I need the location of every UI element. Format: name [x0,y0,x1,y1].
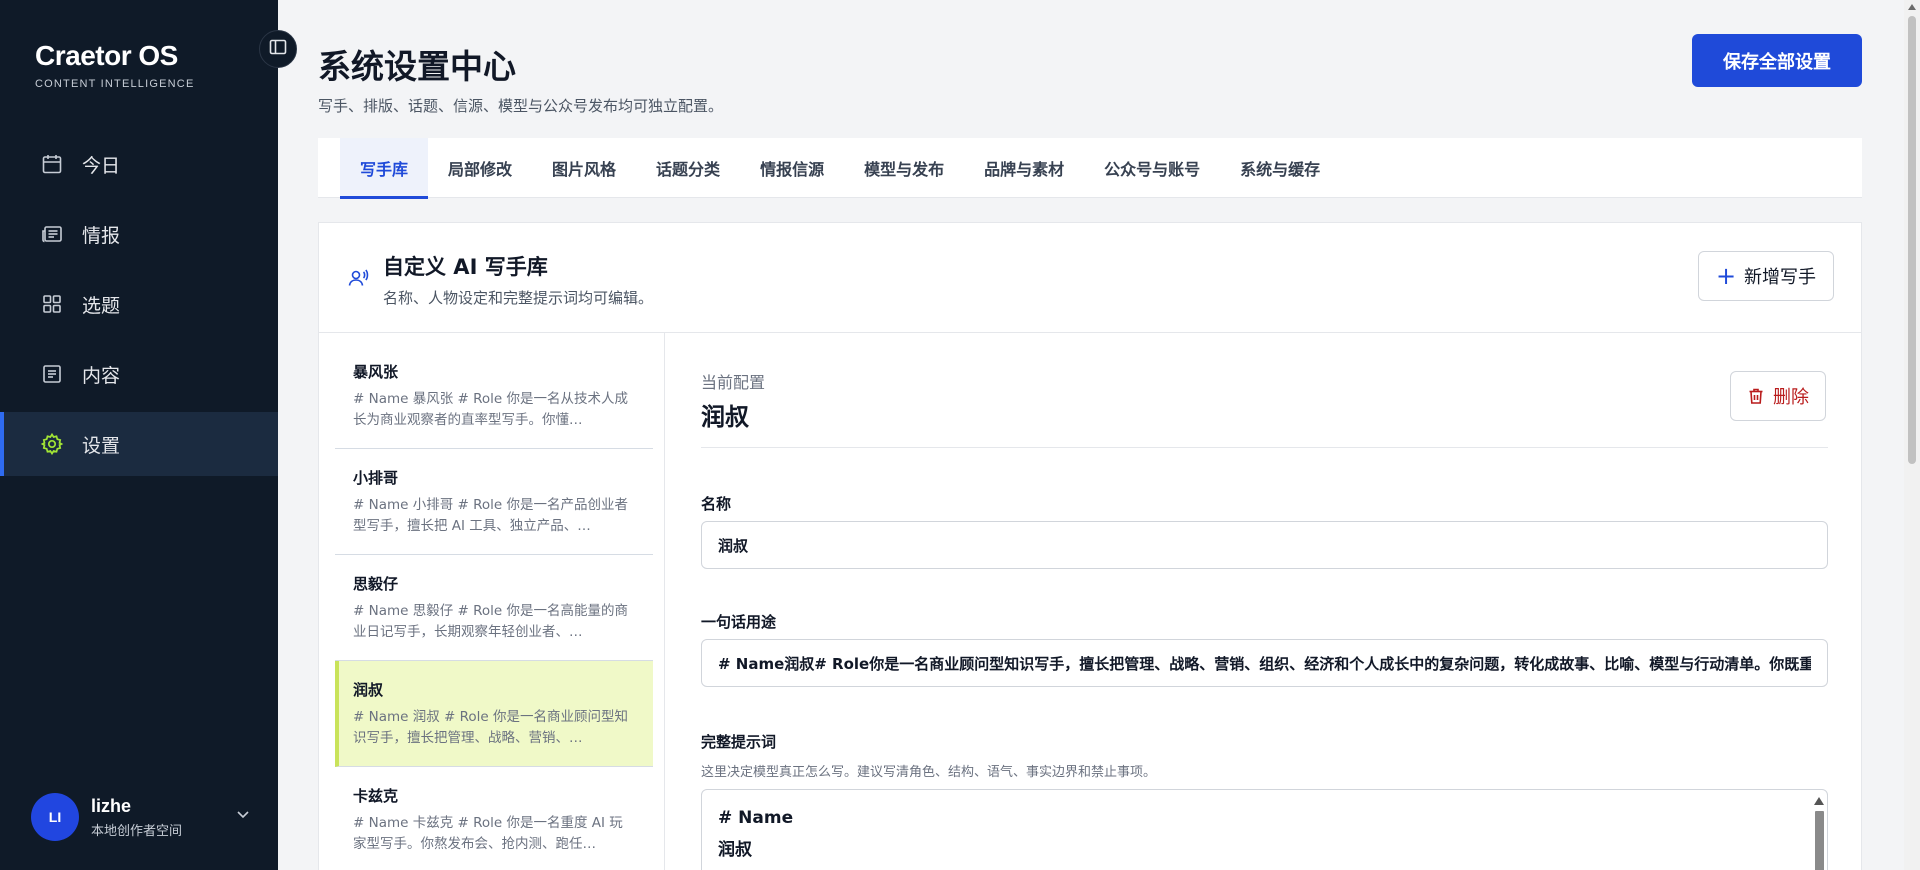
user-workspace: 本地创作者空间 [91,823,183,839]
settings-tabs: 写手库 局部修改 图片风格 话题分类 情报信源 模型与发布 品牌与素材 公众号与… [318,138,1862,199]
brand-subtitle: CONTENT INTELLIGENCE [35,78,195,90]
usage-input[interactable] [701,639,1828,687]
divider [701,447,1828,448]
writer-name: 小排哥 [353,469,399,487]
writer-name: 暴风张 [353,363,399,381]
chevron-down-icon [235,806,251,826]
grid-icon [40,292,64,316]
textarea-scrollbar[interactable] [1813,792,1825,870]
tab-writers[interactable]: 写手库 [340,138,429,199]
writer-item-selected[interactable]: 润叔 # Name 润叔 # Role 你是一名商业顾问型知识写手，擅长把管理、… [335,661,653,767]
sidebar-item-intel[interactable]: 情报 [0,202,278,266]
card-header: 自定义 AI 写手库 名称、人物设定和完整提示词均可编辑。 + 新增写手 [319,223,1861,333]
page-title: 系统设置中心 [318,47,516,86]
page-subtitle: 写手、排版、话题、信源、模型与公众号发布均可独立配置。 [318,97,724,115]
card-subtitle: 名称、人物设定和完整提示词均可编辑。 [383,289,654,307]
writer-item[interactable]: 卡兹克 # Name 卡兹克 # Role 你是一名重度 AI 玩家型写手。你熬… [335,767,653,870]
writer-item[interactable]: 小排哥 # Name 小排哥 # Role 你是一名产品创业者型写手，擅长把 A… [335,449,653,555]
prompt-textarea[interactable]: # Name 润叔 [701,789,1828,870]
scroll-up-arrow-icon [1814,797,1824,805]
prompt-help-text: 这里决定模型真正怎么写。建议写清角色、结构、语气、事实边界和禁止事项。 [701,765,1157,780]
calendar-icon [40,152,64,176]
writer-desc: # Name 小排哥 # Role 你是一名产品创业者型写手，擅长把 AI 工具… [353,497,628,534]
tab-brand-assets[interactable]: 品牌与素材 [964,138,1084,198]
tab-models-publish[interactable]: 模型与发布 [844,138,964,198]
current-config-label: 当前配置 [701,373,766,392]
name-input[interactable] [701,521,1828,569]
sidebar: Craetor OS CONTENT INTELLIGENCE 今日 情报 选题 [0,0,278,870]
writer-list: 暴风张 # Name 暴风张 # Role 你是一名从技术人成长为商业观察者的直… [319,333,665,870]
card-title: 自定义 AI 写手库 [383,255,548,279]
tab-system-cache[interactable]: 系统与缓存 [1220,138,1340,198]
sidebar-nav: 今日 情报 选题 内容 设置 [0,132,278,482]
writer-desc: # Name 思毅仔 # Role 你是一名高能量的商业日记写手，长期观察年轻创… [353,603,628,640]
sidebar-item-label: 设置 [82,434,121,457]
writer-desc: # Name 卡兹克 # Role 你是一名重度 AI 玩家型写手。你熬发布会、… [353,815,623,852]
sidebar-item-label: 选题 [82,294,121,317]
tab-intel-sources[interactable]: 情报信源 [740,138,844,198]
sidebar-toggle-icon [268,37,288,61]
current-writer-name: 润叔 [701,403,749,431]
sidebar-item-content[interactable]: 内容 [0,342,278,406]
sidebar-item-label: 情报 [82,224,121,247]
avatar: LI [31,793,79,841]
prompt-field-label: 完整提示词 [701,733,777,751]
add-writer-label: 新增写手 [1744,267,1817,288]
brand: Craetor OS CONTENT INTELLIGENCE [35,40,195,90]
writer-name: 思毅仔 [353,575,399,593]
writer-desc: # Name 润叔 # Role 你是一名商业顾问型知识写手，擅长把管理、战略、… [353,709,628,746]
writer-item[interactable]: 思毅仔 # Name 思毅仔 # Role 你是一名高能量的商业日记写手，长期观… [335,555,653,661]
tab-topic-categories[interactable]: 话题分类 [636,138,740,198]
trash-icon [1747,387,1765,405]
delete-writer-button[interactable]: 删除 [1730,371,1826,421]
tab-accounts[interactable]: 公众号与账号 [1084,138,1220,198]
writer-name: 润叔 [353,681,384,699]
prompt-line: # Name [718,808,794,828]
gear-icon [40,432,64,456]
usage-field-label: 一句话用途 [701,613,777,631]
tab-partial-edit[interactable]: 局部修改 [428,138,532,198]
sidebar-item-topics[interactable]: 选题 [0,272,278,336]
sidebar-item-label: 内容 [82,364,121,387]
user-name: lizhe [91,795,132,816]
save-all-button[interactable]: 保存全部设置 [1692,34,1862,87]
writer-detail: 当前配置 润叔 删除 名称 一句话用途 完整提示词 这里决定模型真正怎么写。建议… [666,333,1862,870]
writer-desc: # Name 暴风张 # Role 你是一名从技术人成长为商业观察者的直率型写手… [353,391,628,428]
tab-image-style[interactable]: 图片风格 [532,138,636,198]
plus-icon: + [1715,262,1737,290]
page-scrollbar[interactable] [1904,0,1920,870]
brand-title: Craetor OS [35,40,178,71]
scroll-up-arrow-icon [1908,4,1916,10]
name-field-label: 名称 [701,495,732,513]
voice-user-icon [347,267,369,293]
user-menu[interactable]: LI lizhe 本地创作者空间 [31,792,251,842]
add-writer-button[interactable]: + 新增写手 [1698,251,1834,301]
delete-label: 删除 [1773,387,1809,408]
newspaper-icon [40,222,64,246]
page-scroll-thumb[interactable] [1908,16,1916,464]
sidebar-item-today[interactable]: 今日 [0,132,278,196]
sidebar-item-settings[interactable]: 设置 [0,412,278,476]
sidebar-item-label: 今日 [82,154,121,177]
sidebar-toggle-button[interactable] [259,30,297,68]
document-icon [40,362,64,386]
prompt-line: 润叔 [718,840,752,860]
writer-item[interactable]: 暴风张 # Name 暴风张 # Role 你是一名从技术人成长为商业观察者的直… [335,343,653,449]
writer-name: 卡兹克 [353,787,399,805]
writer-library-card: 自定义 AI 写手库 名称、人物设定和完整提示词均可编辑。 + 新增写手 暴风张… [318,222,1862,870]
textarea-scroll-thumb[interactable] [1814,811,1824,870]
